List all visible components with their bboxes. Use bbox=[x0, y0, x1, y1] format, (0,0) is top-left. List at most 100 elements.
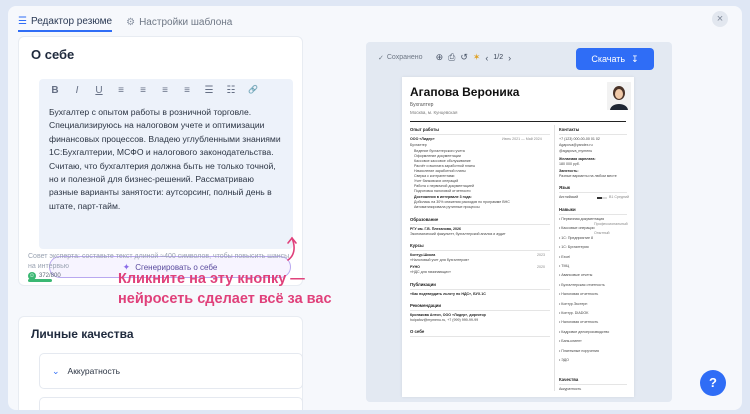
section-courses: Курсы bbox=[410, 243, 424, 248]
resume-page: Агапова Вероника Бухгалтер Москва, м. Ку… bbox=[402, 77, 634, 397]
section-publications: Публикации bbox=[410, 282, 436, 287]
about-text[interactable]: Бухгалтер с опытом работы в розничной то… bbox=[49, 106, 285, 213]
check-icon: ✓ bbox=[378, 54, 384, 62]
link-icon[interactable]: 🔗 bbox=[247, 85, 259, 96]
sliders-icon: ⚙ bbox=[126, 16, 136, 28]
preview-toolbar: ✓ Сохранено ⊕ ⎙ ↺ ✶ ‹ 1/2 › bbox=[378, 52, 511, 63]
skill-item: • 1С: Бухгалтерия bbox=[559, 245, 589, 250]
contact-phone: +7 (123) 000-00-00 01 02 bbox=[559, 137, 600, 141]
divider bbox=[410, 121, 626, 122]
divider bbox=[559, 214, 627, 215]
skill-item: • Бухгалтерская отчетность bbox=[559, 282, 605, 287]
next-page-icon[interactable]: › bbox=[508, 53, 511, 63]
skill-item: • 1С: Предприятие 8 bbox=[559, 235, 593, 240]
language-name: Английский bbox=[559, 195, 579, 199]
course-desc: «Налоговый учет для бухгалтеров» bbox=[410, 258, 470, 262]
skill-item: • ТМЦ bbox=[559, 264, 570, 268]
tab-resume-editor[interactable]: ☰ Редактор резюме bbox=[18, 12, 113, 32]
skill-item: • Кадровое делопроизводство bbox=[559, 329, 610, 334]
job-position: Бухгалтер bbox=[410, 143, 427, 147]
divider bbox=[559, 384, 627, 385]
skill-item: • Платежные поручения bbox=[559, 348, 599, 353]
numbered-list-icon[interactable]: ☷ bbox=[225, 85, 237, 96]
magic-wand-icon[interactable]: ✶ bbox=[473, 52, 481, 63]
page-indicator: 1/2 bbox=[493, 54, 504, 61]
align-justify-icon[interactable]: ≡ bbox=[181, 85, 193, 96]
section-education: Образование bbox=[410, 217, 439, 222]
close-icon[interactable]: × bbox=[712, 11, 728, 27]
print-icon[interactable]: ⎙ bbox=[448, 52, 455, 63]
contact-telegram: @agapova_mymenu bbox=[559, 149, 593, 153]
skill-level: Опытный bbox=[594, 231, 610, 236]
skill-item: • Кассовые операции bbox=[559, 226, 595, 231]
section-languages: Язык bbox=[559, 185, 571, 190]
share-icon[interactable]: ↺ bbox=[460, 52, 468, 63]
quality-item[interactable] bbox=[39, 397, 303, 410]
qualities-section: Личные качества ⌄ Аккуратность bbox=[18, 316, 303, 410]
arrow-icon bbox=[287, 236, 297, 261]
align-left-icon[interactable]: ≡ bbox=[115, 85, 127, 96]
tab-label: Редактор резюме bbox=[30, 15, 113, 27]
quality-item: Аккуратность bbox=[559, 387, 582, 391]
prev-page-icon[interactable]: ‹ bbox=[485, 53, 488, 63]
quality-item[interactable]: ⌄ Аккуратность bbox=[39, 353, 303, 389]
section-title: О себе bbox=[31, 47, 75, 62]
quality-label: Аккуратность bbox=[67, 366, 121, 376]
progress-bar bbox=[28, 279, 52, 282]
tab-bar: ☰ Редактор резюме ⚙ Настройки шаблона bbox=[18, 12, 232, 34]
skill-item: • ЭДО bbox=[559, 358, 569, 362]
resume-role: Бухгалтер bbox=[410, 102, 434, 108]
skill-item: • Контур. DIADOK bbox=[559, 311, 589, 315]
save-status: ✓ Сохранено bbox=[378, 54, 423, 62]
person-edit-icon: ☰ bbox=[18, 15, 27, 27]
bold-icon[interactable]: B bbox=[49, 85, 61, 96]
download-icon: ↧ bbox=[631, 53, 639, 64]
about-editor[interactable]: B I U ≡ ≡ ≡ ≡ ☰ ☷ 🔗 Бухгалтер с опытом р… bbox=[39, 79, 293, 249]
skill-item: • Банк-клиент bbox=[559, 339, 582, 344]
ai-hint: Кликните на эту кнопку — нейросеть сдела… bbox=[118, 271, 332, 307]
zoom-icon[interactable]: ⊕ bbox=[436, 52, 444, 63]
column-divider bbox=[554, 125, 555, 391]
section-title: Личные качества bbox=[31, 327, 134, 341]
tab-template-settings[interactable]: ⚙ Настройки шаблона bbox=[126, 12, 232, 32]
language-level: B1 Средний bbox=[609, 195, 630, 199]
tab-label: Настройки шаблона bbox=[139, 16, 233, 28]
job-period: Июнь 2021 — Май 2024 bbox=[502, 137, 542, 141]
skill-item: • Контур.Экстерн bbox=[559, 301, 588, 306]
skill-item: • Налоговая отчетность bbox=[559, 292, 599, 297]
resume-preview: ✓ Сохранено ⊕ ⎙ ↺ ✶ ‹ 1/2 › Скачать ↧ Аг… bbox=[366, 42, 672, 402]
section-contacts: Контакты bbox=[559, 127, 580, 132]
divider bbox=[559, 192, 627, 193]
help-button[interactable]: ? bbox=[700, 370, 726, 396]
resume-name: Агапова Вероника bbox=[410, 85, 520, 99]
align-right-icon[interactable]: ≡ bbox=[159, 85, 171, 96]
edu-faculty: Экономический факультет, бухгалтерский а… bbox=[410, 232, 506, 236]
course-year: 2020 bbox=[537, 265, 545, 269]
course-desc: «НДС для начинающих» bbox=[410, 270, 451, 274]
skill-item: • Excel bbox=[559, 254, 571, 259]
format-toolbar: B I U ≡ ≡ ≡ ≡ ☰ ☷ 🔗 bbox=[49, 85, 259, 96]
download-label: Скачать bbox=[591, 54, 626, 64]
italic-icon[interactable]: I bbox=[71, 85, 83, 96]
section-work: Опыт работы bbox=[410, 127, 439, 132]
section-about: О себе bbox=[410, 329, 425, 334]
section-skills: Навыки bbox=[559, 207, 576, 212]
resume-city: Москва, м. Кунцевская bbox=[410, 110, 458, 115]
download-button[interactable]: Скачать ↧ bbox=[576, 48, 654, 70]
course-year: 2023 bbox=[537, 253, 545, 257]
divider bbox=[410, 336, 550, 337]
underline-icon[interactable]: U bbox=[93, 85, 105, 96]
divider bbox=[410, 250, 550, 251]
recommendation-contact: hoipafov@mymenu.ru, +7 (999) 999-99-99 bbox=[410, 318, 479, 322]
divider bbox=[410, 134, 550, 135]
divider bbox=[410, 310, 550, 311]
chevron-down-icon: ⌄ bbox=[52, 365, 60, 376]
align-center-icon[interactable]: ≡ bbox=[137, 85, 149, 96]
section-qualities: Качества bbox=[559, 377, 579, 382]
avatar bbox=[607, 82, 631, 110]
bullet-list-icon[interactable]: ☰ bbox=[203, 85, 215, 96]
section-recommendations: Рекомендации bbox=[410, 303, 442, 308]
saved-label: Сохранено bbox=[386, 54, 423, 61]
editor-modal: × ☰ Редактор резюме ⚙ Настройки шаблона … bbox=[8, 6, 742, 410]
divider bbox=[559, 134, 627, 135]
